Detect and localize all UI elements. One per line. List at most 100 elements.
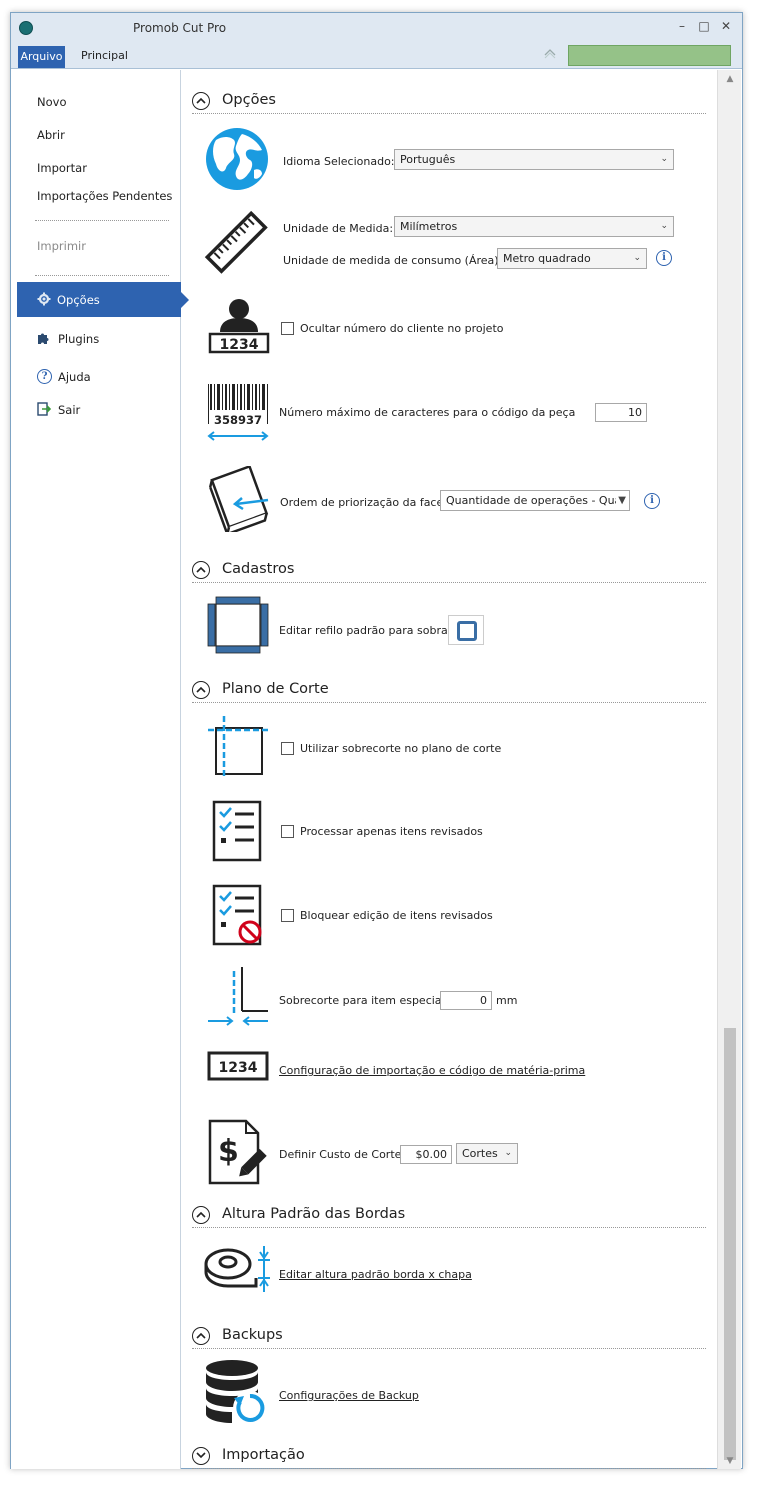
barcode-icon: 358937 [207, 384, 269, 441]
checklist-icon [212, 800, 262, 862]
cost-document-icon: $ [208, 1119, 267, 1185]
scroll-up-icon[interactable]: ▲ [724, 74, 736, 84]
ruler-icon [204, 210, 268, 274]
code-number: 1234 [219, 1060, 258, 1076]
refilo-label: Editar refilo padrão para sobras [279, 624, 454, 637]
max-chars-input[interactable]: 10 [595, 403, 647, 422]
custo-unit-select[interactable]: Cortes ⌄ [456, 1143, 518, 1164]
altura-link[interactable]: Editar altura padrão borda x chapa [279, 1268, 472, 1281]
section-plano-header[interactable]: Plano de Corte [192, 681, 706, 703]
sidebar-item-novo[interactable]: Novo [37, 95, 66, 109]
minimize-icon[interactable]: – [675, 19, 689, 33]
square-icon [457, 621, 477, 641]
sobrecorte-label: Utilizar sobrecorte no plano de corte [300, 742, 502, 755]
section-altura-header[interactable]: Altura Padrão das Bordas [192, 1206, 706, 1228]
ocultar-checkbox[interactable] [281, 322, 294, 335]
consumo-label: Unidade de medida de consumo (Área): [283, 254, 503, 267]
config-importacao-link[interactable]: Configuração de importação e código de m… [279, 1064, 585, 1077]
section-title: Backups [222, 1327, 283, 1343]
app-logo-icon [19, 21, 33, 35]
especial-input[interactable]: 0 [440, 991, 492, 1010]
ordem-value: Quantidade de operações - Qua [446, 494, 622, 507]
info-icon[interactable]: i [644, 493, 660, 509]
status-bar [568, 45, 731, 66]
barcode-number: 358937 [214, 413, 262, 427]
sidebar-divider [35, 220, 169, 221]
app-window: Promob Cut Pro – □ ✕ Arquivo Principal N… [10, 12, 743, 1469]
tab-principal[interactable]: Principal [81, 49, 128, 62]
sidebar-item-sair[interactable]: Sair [58, 403, 80, 417]
sidebar-item-abrir[interactable]: Abrir [37, 128, 65, 142]
sobrecorte-checkbox[interactable] [281, 742, 294, 755]
collapse-icon[interactable] [192, 1327, 210, 1345]
caret-down-icon: ▼ [616, 491, 626, 510]
client-number: 1234 [220, 337, 259, 353]
collapse-icon[interactable] [192, 92, 210, 110]
collapse-icon[interactable] [192, 1206, 210, 1224]
sidebar-item-opcoes[interactable]: Opções [17, 282, 189, 317]
custo-input[interactable]: $0.00 [400, 1145, 452, 1164]
close-icon[interactable]: ✕ [719, 19, 733, 33]
vertical-scrollbar[interactable]: ▲ ▼ [717, 70, 741, 1469]
collapse-icon[interactable] [192, 681, 210, 699]
backstage-sidebar: Novo Abrir Importar Importações Pendente… [11, 70, 189, 1469]
tab-arquivo[interactable]: Arquivo [18, 46, 65, 68]
backup-database-icon [206, 1360, 267, 1425]
unidade-select[interactable]: Milímetros ⌄ [394, 216, 674, 237]
processar-label: Processar apenas itens revisados [300, 825, 483, 838]
checklist-blocked-icon [212, 884, 262, 946]
section-title: Cadastros [222, 561, 295, 577]
collapse-icon[interactable] [192, 561, 210, 579]
exit-icon [37, 402, 51, 416]
especial-unit: mm [496, 994, 518, 1007]
chevron-up-icon[interactable] [543, 46, 557, 60]
gear-icon [37, 292, 51, 306]
section-cadastros-header[interactable]: Cadastros [192, 561, 706, 583]
scroll-down-icon[interactable]: ▼ [724, 1456, 736, 1466]
refilo-icon [207, 596, 269, 654]
help-icon: ? [37, 369, 52, 384]
chevron-down-icon: ⌄ [660, 221, 668, 231]
section-opcoes-header[interactable]: Opções [192, 92, 706, 114]
consumo-select[interactable]: Metro quadrado ⌄ [497, 248, 647, 269]
chevron-down-icon: ⌄ [504, 1148, 512, 1158]
expand-icon[interactable] [192, 1447, 210, 1465]
sidebar-item-imprimir: Imprimir [37, 239, 86, 253]
ordem-select[interactable]: Quantidade de operações - Qua ▼ [440, 490, 630, 511]
sidebar-item-label: Opções [57, 293, 100, 307]
idioma-label: Idioma Selecionado: [283, 155, 395, 168]
edge-tape-icon [204, 1246, 270, 1292]
idioma-value: Português [400, 153, 456, 166]
processar-checkbox[interactable] [281, 825, 294, 838]
ribbon-bar: Arquivo Principal [11, 43, 742, 69]
custo-label: Definir Custo de Corte [279, 1148, 402, 1161]
special-cut-icon [208, 967, 268, 1026]
especial-label: Sobrecorte para item especial [279, 994, 445, 1007]
options-panel: Opções Idioma Selecionado: Português ⌄ U… [182, 70, 716, 1469]
chevron-down-icon: ⌄ [660, 154, 668, 164]
ocultar-label: Ocultar número do cliente no projeto [300, 322, 504, 335]
section-importacao-header[interactable]: Importação [192, 1447, 706, 1469]
section-title: Altura Padrão das Bordas [222, 1206, 406, 1222]
sidebar-item-ajuda[interactable]: Ajuda [58, 370, 91, 384]
globe-icon [206, 128, 268, 190]
refilo-button[interactable] [448, 615, 484, 645]
sobrecorte-icon [208, 716, 268, 776]
scroll-thumb[interactable] [724, 1028, 736, 1460]
bloquear-checkbox[interactable] [281, 909, 294, 922]
client-icon: 1234 [208, 299, 270, 354]
idioma-select[interactable]: Português ⌄ [394, 149, 674, 170]
section-backups-header[interactable]: Backups [192, 1327, 706, 1349]
sidebar-item-importacoes-pendentes[interactable]: Importações Pendentes [37, 189, 172, 203]
unidade-label: Unidade de Medida: [283, 222, 394, 235]
chevron-down-icon: ⌄ [633, 253, 641, 263]
consumo-value: Metro quadrado [503, 252, 591, 265]
sidebar-item-importar[interactable]: Importar [37, 161, 87, 175]
info-icon[interactable]: i [656, 250, 672, 266]
window-title: Promob Cut Pro [133, 21, 227, 35]
backup-link[interactable]: Configurações de Backup [279, 1389, 419, 1402]
unidade-value: Milímetros [400, 220, 458, 233]
maximize-icon[interactable]: □ [697, 19, 711, 33]
section-title: Opções [222, 92, 276, 108]
sidebar-item-plugins[interactable]: Plugins [58, 332, 99, 346]
